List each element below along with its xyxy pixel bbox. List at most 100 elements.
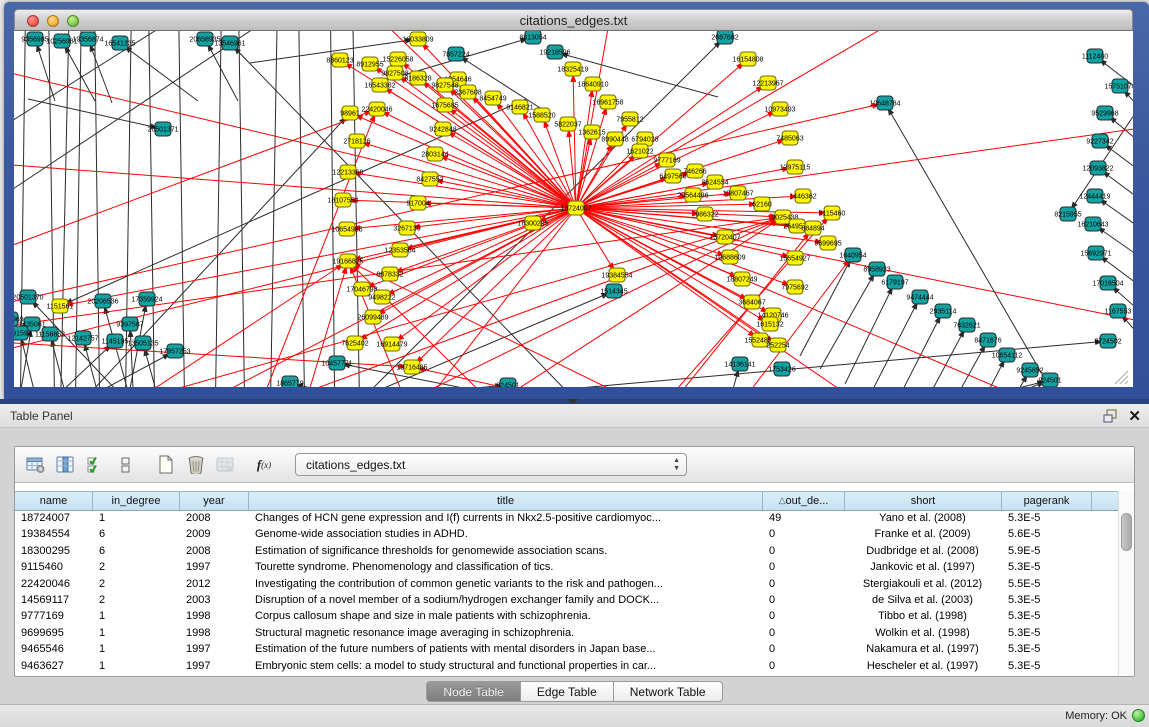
graph-node[interactable]: 9699695	[814, 236, 841, 250]
table-cell[interactable]: 49	[763, 511, 845, 527]
graph-node[interactable]: 12444419	[1079, 189, 1110, 203]
graph-node[interactable]: 26099489	[357, 310, 388, 324]
table-scrollbar[interactable]	[1118, 491, 1134, 676]
table-cell[interactable]: Tibbo et al. (1998)	[845, 609, 1002, 625]
graph-node[interactable]: 17016504	[1092, 276, 1123, 290]
graph-node[interactable]: 7857224	[442, 47, 469, 61]
graph-node[interactable]: 9529968	[1091, 106, 1118, 120]
graph-node[interactable]: 252254	[766, 338, 789, 352]
table-cell[interactable]: 14569117	[15, 593, 93, 609]
graph-node[interactable]: 2935114	[930, 304, 957, 318]
table-row[interactable]: 977716911998Corpus callosum shape and si…	[15, 609, 1118, 625]
graph-node[interactable]: 7975692	[781, 280, 808, 294]
graph-node[interactable]: 17359924	[131, 292, 162, 306]
table-row[interactable]: 911546021997Tourette syndrome. Phenomeno…	[15, 560, 1118, 576]
table-cell[interactable]: 1998	[180, 626, 249, 642]
graph-node[interactable]: 19384554	[601, 268, 632, 282]
graph-node[interactable]: 2687682	[711, 31, 738, 44]
graph-node[interactable]: 10688609	[714, 250, 745, 264]
table-cell[interactable]: 9777169	[15, 609, 93, 625]
table-cell[interactable]: 2009	[180, 527, 249, 543]
table-cell[interactable]: 2	[93, 577, 180, 593]
table-cell[interactable]: 19384554	[15, 527, 93, 543]
graph-node[interactable]: 1446362	[789, 189, 816, 203]
table-select-combo[interactable]: citations_edges.txt ▲▼	[295, 453, 687, 476]
graph-node[interactable]: 1640954	[839, 248, 866, 262]
table-cell[interactable]: de Silva et al. (2003)	[845, 593, 1002, 609]
table-cell[interactable]: 2	[93, 560, 180, 576]
graph-node[interactable]: 18640910	[577, 77, 608, 91]
graph-node[interactable]: 7485063	[776, 131, 803, 145]
table-cell[interactable]: 1	[93, 659, 180, 675]
table-cell[interactable]: 2008	[180, 544, 249, 560]
table-cell[interactable]: 9463627	[15, 659, 93, 675]
select-columns-button[interactable]	[83, 452, 109, 478]
table-cell[interactable]: Nakamura et al. (1997)	[845, 642, 1002, 658]
table-cell[interactable]: 0	[763, 642, 845, 658]
table-cell[interactable]: Yano et al. (2008)	[845, 511, 1002, 527]
tab-edge-table[interactable]: Edge Table	[521, 681, 614, 702]
graph-node[interactable]: 8878332	[376, 267, 403, 281]
table-cell[interactable]: Wolkin et al. (1998)	[845, 626, 1002, 642]
graph-node[interactable]: 1151561	[47, 299, 74, 313]
graph-node[interactable]: 9474444	[906, 290, 933, 304]
graph-node[interactable]: 10648784	[869, 96, 900, 110]
graph-node[interactable]: 9724502	[1094, 334, 1121, 348]
table-cell[interactable]: Estimation of significance thresholds fo…	[249, 544, 763, 560]
graph-node[interactable]: 7632621	[953, 318, 980, 332]
function-builder-button[interactable]: f(x)	[251, 452, 277, 478]
table-cell[interactable]: Embryonic stem cells: a model to study s…	[249, 659, 763, 675]
graph-node[interactable]: 7625402	[341, 336, 368, 350]
table-cell[interactable]: 2	[93, 593, 180, 609]
graph-node[interactable]: 1145195	[102, 334, 129, 348]
row-height-button[interactable]	[113, 452, 139, 478]
graph-node[interactable]: 17957253	[159, 344, 190, 358]
graph-node[interactable]: 917004	[406, 196, 429, 210]
graph-node[interactable]: 746266	[683, 164, 706, 178]
table-cell[interactable]: 2003	[180, 593, 249, 609]
graph-node[interactable]: 98961	[340, 106, 360, 120]
graph-node[interactable]: 8912955	[356, 57, 383, 71]
graph-node[interactable]: 2803144	[421, 147, 448, 161]
graph-node[interactable]: 10807467	[722, 186, 753, 200]
trash-button[interactable]	[183, 452, 209, 478]
graph-node[interactable]: 14136141	[724, 357, 755, 371]
table-cell[interactable]: 0	[763, 527, 845, 543]
graph-node[interactable]: 884894	[801, 221, 824, 235]
graph-node[interactable]: 924501	[1038, 373, 1061, 387]
graph-node[interactable]: 18325419	[557, 62, 588, 76]
table-cell[interactable]: 0	[763, 560, 845, 576]
table-cell[interactable]: 5.3E-5	[1002, 642, 1092, 658]
graph-node[interactable]: 1167553	[1105, 304, 1132, 318]
table-cell[interactable]: 0	[763, 609, 845, 625]
table-cell[interactable]: Investigating the contribution of common…	[249, 577, 763, 593]
graph-node[interactable]: 9245852	[1016, 363, 1043, 377]
graph-node[interactable]: 8958923	[863, 262, 890, 276]
table-cell[interactable]: 0	[763, 626, 845, 642]
graph-node[interactable]: 12975115	[780, 160, 811, 174]
table-settings-button[interactable]	[23, 452, 49, 478]
graph-node[interactable]: 12093822	[1082, 161, 1113, 175]
graph-node[interactable]: 7955812	[616, 112, 643, 126]
graph-node[interactable]: 16210643	[1077, 217, 1108, 231]
graph-node[interactable]: 15226058	[382, 52, 413, 66]
table-cell[interactable]: 1998	[180, 609, 249, 625]
graph-node[interactable]: 6179197	[881, 275, 908, 289]
table-cell[interactable]: 9699695	[15, 626, 93, 642]
graph-node[interactable]: 20501370	[14, 290, 44, 304]
show-columns-button[interactable]	[53, 452, 79, 478]
table-row[interactable]: 1938455462009Genome-wide association stu…	[15, 527, 1118, 543]
table-cell[interactable]: 1997	[180, 659, 249, 675]
graph-node[interactable]: 1753426	[768, 362, 795, 376]
table-cell[interactable]: 18300295	[15, 544, 93, 560]
graph-node[interactable]: 8471676	[974, 333, 1001, 347]
table-cell[interactable]: 5.6E-5	[1002, 527, 1092, 543]
table-cell[interactable]: 2012	[180, 577, 249, 593]
window-titlebar[interactable]: citations_edges.txt	[14, 9, 1133, 31]
table-cell[interactable]: 0	[763, 593, 845, 609]
table-row[interactable]: 946554611997Estimation of the future num…	[15, 642, 1118, 658]
table-cell[interactable]: 5.3E-5	[1002, 593, 1092, 609]
table-cell[interactable]: Jankovic et al. (1997)	[845, 560, 1002, 576]
table-cell[interactable]: Dudbridge et al. (2008)	[845, 544, 1002, 560]
table-cell[interactable]: 5.3E-5	[1002, 626, 1092, 642]
